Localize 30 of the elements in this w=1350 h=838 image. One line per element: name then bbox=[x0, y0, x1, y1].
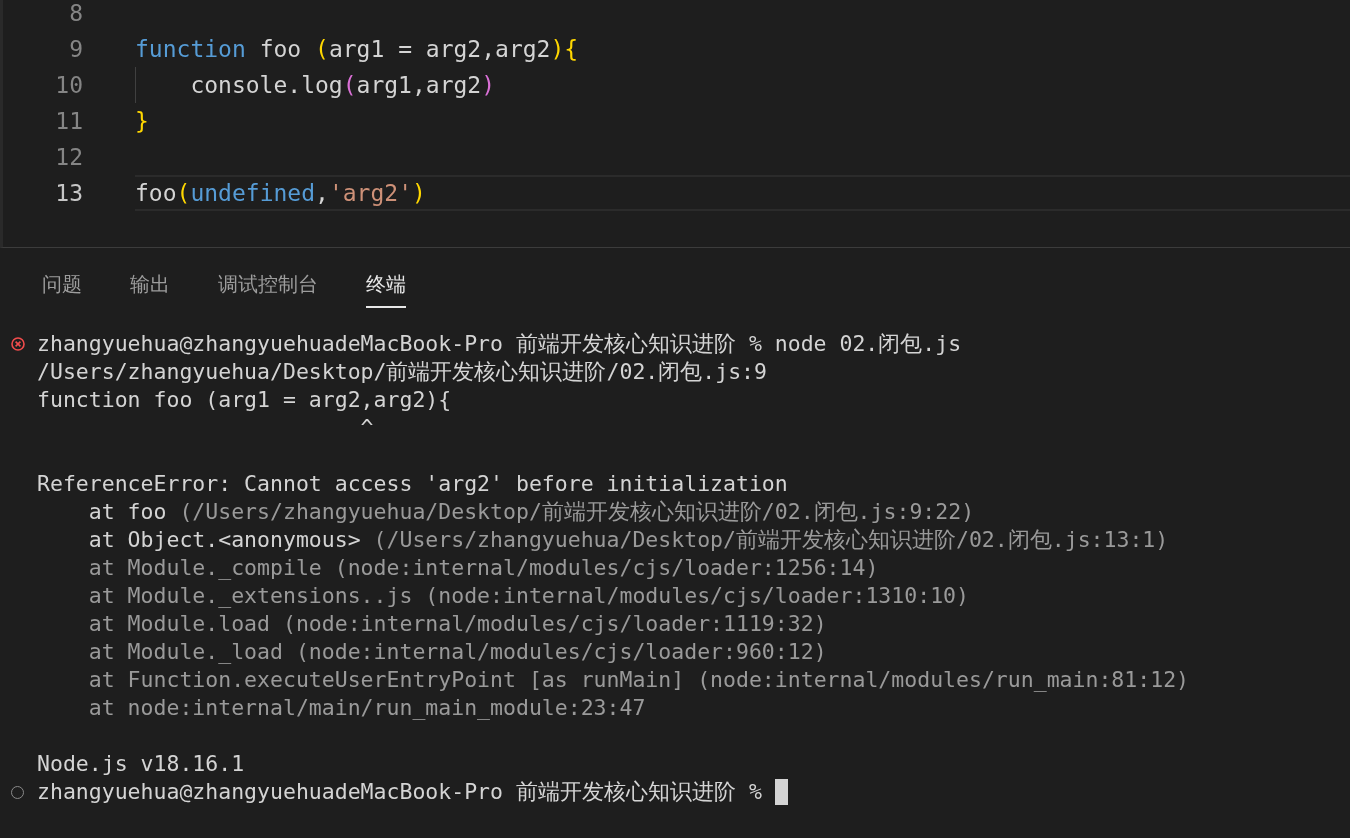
line-number: 8 bbox=[68, 0, 83, 26]
terminal-line: at Function.executeUserEntryPoint [as runMain] (node:internal/modules/run_main:81:12) bbox=[87, 666, 1190, 694]
panel-tab[interactable]: 调试控制台 bbox=[218, 270, 318, 308]
panel-tab[interactable]: 输出 bbox=[130, 270, 170, 308]
code-line: function foo (arg1 = arg2,arg2){ bbox=[135, 36, 579, 62]
panel-tab[interactable]: 问题 bbox=[42, 270, 82, 308]
terminal-line: at Module._load (node:internal/modules/cjs/loader:960:12) bbox=[87, 638, 827, 666]
line-number: 13 bbox=[54, 180, 83, 206]
terminal-line: at Module._compile (node:internal/modules/cjs/loader:1256:14) bbox=[87, 554, 879, 582]
terminal-line: at foo (/Users/zhangyuehua/Desktop/前端开发核心知识进阶/02.闭包.js:9:22) bbox=[87, 498, 975, 526]
line-number: 9 bbox=[68, 36, 83, 62]
error-icon bbox=[10, 337, 25, 351]
code-line: console.log(arg1,arg2) bbox=[189, 72, 496, 98]
terminal-line: function foo (arg1 = arg2,arg2){ bbox=[37, 386, 452, 414]
code-line: } bbox=[135, 108, 149, 134]
terminal-line: at Object.<anonymous> (/Users/zhangyuehua/Desktop/前端开发核心知识进阶/02.闭包.js:13:1) bbox=[87, 526, 1169, 554]
code-line: foo(undefined,'arg2') bbox=[135, 180, 426, 206]
terminal-line: zhangyuehua@zhangyuehuadeMacBook-Pro 前端开发核心知识进阶 % bbox=[37, 778, 763, 806]
line-number: 12 bbox=[54, 144, 83, 170]
terminal-line: zhangyuehua@zhangyuehuadeMacBook-Pro 前端开发核心知识进阶 % node 02.闭包.js bbox=[37, 330, 962, 358]
line-number: 11 bbox=[54, 108, 83, 134]
terminal-line: at node:internal/main/run_main_module:23:47 bbox=[87, 694, 646, 722]
terminal-line: ^ bbox=[359, 414, 374, 442]
panel-tab[interactable]: 终端 bbox=[366, 270, 406, 308]
terminal-line: at Module.load (node:internal/modules/cjs/loader:1119:32) bbox=[87, 610, 827, 638]
terminal-line: ReferenceError: Cannot access 'arg2' before initialization bbox=[37, 470, 788, 498]
terminal-line: at Module._extensions..js (node:internal/modules/cjs/loader:1310:10) bbox=[87, 582, 969, 610]
line-number: 10 bbox=[54, 72, 83, 98]
terminal-line: Node.js v18.16.1 bbox=[37, 750, 245, 778]
terminal-line: /Users/zhangyuehua/Desktop/前端开发核心知识进阶/02.闭包.js:9 bbox=[37, 358, 767, 386]
